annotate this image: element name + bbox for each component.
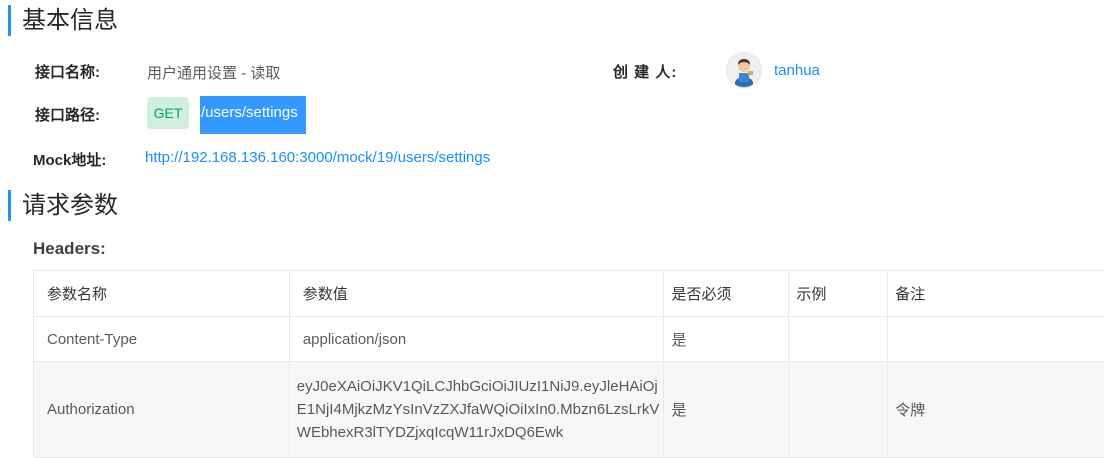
column-header: 参数名称 bbox=[34, 271, 290, 317]
table-header-row: 参数名称 参数值 是否必须 示例 备注 bbox=[34, 271, 1104, 317]
param-required-cell: 是 bbox=[664, 362, 789, 458]
column-header: 备注 bbox=[888, 271, 1104, 317]
param-name-cell: Content-Type bbox=[34, 317, 290, 362]
column-header: 参数值 bbox=[289, 271, 664, 317]
method-badge: GET bbox=[147, 97, 189, 129]
basic-info-title: 基本信息 bbox=[8, 5, 118, 36]
mock-url-link[interactable]: http://192.168.136.160:3000/mock/19/user… bbox=[145, 149, 490, 166]
request-params-title: 请求参数 bbox=[8, 190, 118, 221]
column-header: 示例 bbox=[789, 271, 888, 317]
interface-name-label: 接口名称: bbox=[35, 61, 100, 82]
headers-table: 参数名称 参数值 是否必须 示例 备注 Content-Type applica… bbox=[33, 270, 1104, 458]
mock-address-label: Mock地址: bbox=[33, 149, 106, 170]
table-row: Authorization eyJ0eXAiOiJKV1QiLCJhbGciOi… bbox=[34, 362, 1104, 458]
interface-path-label: 接口路径: bbox=[35, 104, 100, 125]
interface-name-value: 用户通用设置 - 读取 bbox=[147, 62, 280, 83]
param-value-cell: application/json bbox=[289, 317, 664, 362]
param-example-cell bbox=[789, 362, 888, 458]
headers-title: Headers: bbox=[33, 239, 106, 259]
column-header: 是否必须 bbox=[664, 271, 789, 317]
table-row: Content-Type application/json 是 bbox=[34, 317, 1104, 362]
param-note-cell bbox=[888, 317, 1104, 362]
param-note-cell: 令牌 bbox=[888, 362, 1104, 458]
creator-label: 创 建 人: bbox=[613, 61, 677, 82]
param-value-cell: eyJ0eXAiOiJKV1QiLCJhbGciOiJIUzI1NiJ9.eyJ… bbox=[289, 362, 664, 458]
interface-path-value[interactable]: /users/settings bbox=[200, 96, 306, 134]
creator-name-link[interactable]: tanhua bbox=[774, 62, 820, 79]
param-required-cell: 是 bbox=[664, 317, 789, 362]
param-example-cell bbox=[789, 317, 888, 362]
param-name-cell: Authorization bbox=[34, 362, 290, 458]
user-avatar-icon[interactable] bbox=[726, 52, 762, 88]
